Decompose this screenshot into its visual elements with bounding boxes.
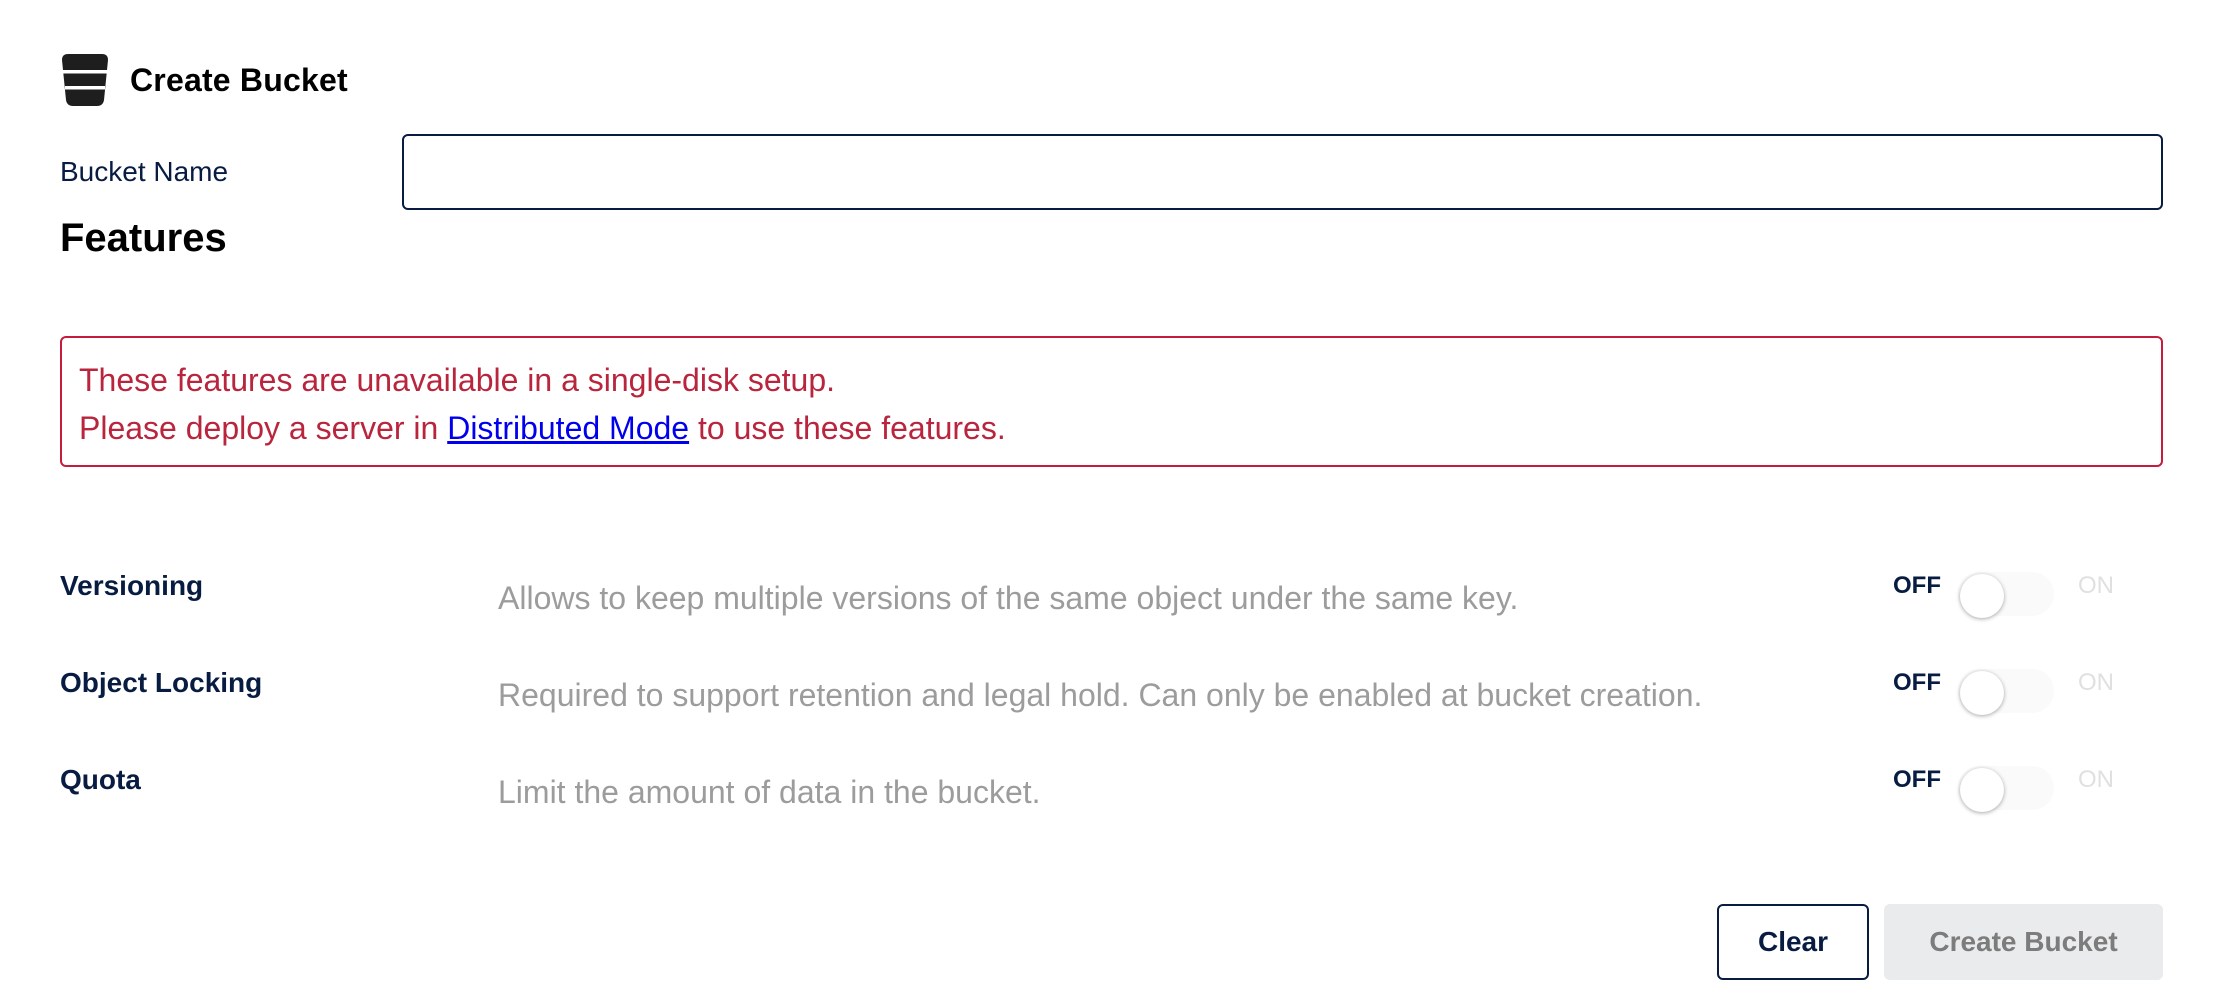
warning-text-before: Please deploy a server in [79,410,448,446]
switch-knob [1960,768,2004,812]
single-disk-warning: These features are unavailable in a sing… [60,336,2163,467]
create-bucket-button[interactable]: Create Bucket [1884,904,2163,980]
bucket-name-input[interactable] [402,134,2163,210]
bucket-name-row: Bucket Name [60,134,2163,210]
clear-button[interactable]: Clear [1717,904,1869,980]
feature-name: Object Locking [60,667,263,698]
bucket-icon [60,54,110,106]
versioning-toggle: OFF ON [1833,570,2133,620]
toggle-off-label: OFF [1893,669,1941,696]
bucket-name-label: Bucket Name [60,156,229,187]
feature-description: Limit the amount of data in the bucket. [498,774,1041,810]
toggle-on-label: ON [2078,572,2114,599]
feature-quota: Quota Limit the amount of data in the bu… [60,764,2163,834]
toggle-on-label: ON [2078,766,2114,793]
feature-name: Versioning [60,570,204,601]
feature-description: Allows to keep multiple versions of the … [498,580,1519,616]
toggle-off-label: OFF [1893,572,1941,599]
toggle-off-label: OFF [1893,766,1941,793]
warning-line-2: Please deploy a server in Distributed Mo… [79,404,2144,452]
switch-knob [1960,671,2004,715]
toggle-on-label: ON [2078,669,2114,696]
quota-toggle: OFF ON [1833,764,2133,814]
object-locking-toggle: OFF ON [1833,667,2133,717]
feature-name: Quota [60,764,141,795]
feature-versioning: Versioning Allows to keep multiple versi… [60,570,2163,640]
feature-description: Required to support retention and legal … [498,677,1703,713]
features-title: Features [60,216,227,260]
warning-text-after: to use these features. [689,410,1006,446]
switch-knob [1960,574,2004,618]
distributed-mode-link[interactable]: Distributed Mode [447,410,689,446]
object-locking-switch[interactable] [1958,669,2054,715]
versioning-switch[interactable] [1958,572,2054,618]
page-header: Create Bucket [60,54,348,106]
feature-object-locking: Object Locking Required to support reten… [60,667,2163,737]
create-bucket-page: Create Bucket Bucket Name Features These… [0,0,2222,1000]
warning-line-1: These features are unavailable in a sing… [79,362,835,398]
page-title: Create Bucket [130,61,348,98]
quota-switch[interactable] [1958,766,2054,812]
